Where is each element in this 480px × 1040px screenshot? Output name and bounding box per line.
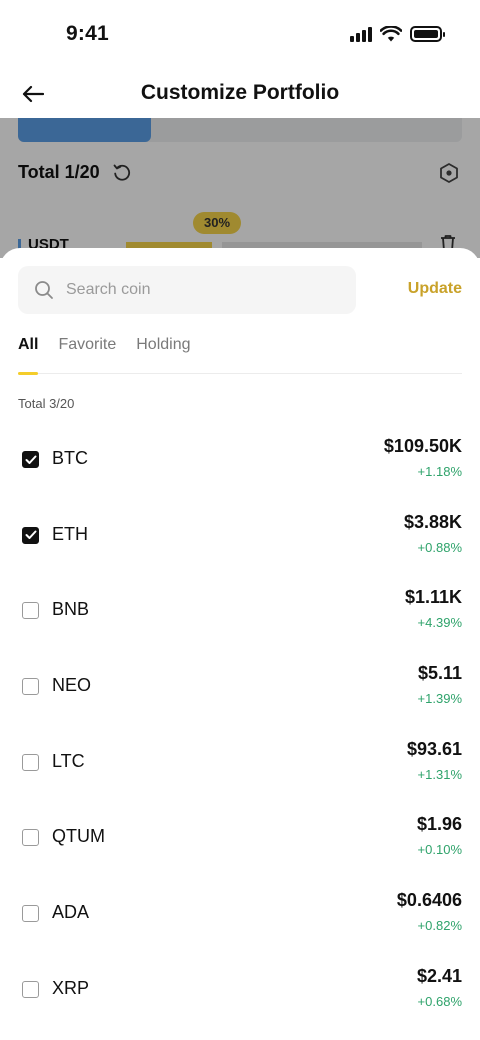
coin-checkbox[interactable] bbox=[22, 526, 39, 544]
coin-checkbox[interactable] bbox=[22, 451, 39, 468]
coin-change: +0.68% bbox=[417, 993, 462, 1009]
modal-overlay[interactable] bbox=[0, 118, 480, 258]
status-icons bbox=[350, 26, 445, 42]
coin-price: $109.50K bbox=[383, 436, 462, 456]
coin-row-eth[interactable]: ETH $3.88K +0.88% bbox=[0, 498, 480, 574]
page-title: Customize Portfolio bbox=[140, 81, 340, 104]
coin-checkbox[interactable] bbox=[22, 602, 39, 620]
status-time: 9:41 bbox=[66, 22, 109, 45]
search-box[interactable] bbox=[18, 266, 356, 314]
coin-checkbox[interactable] bbox=[22, 753, 39, 771]
coin-price: $5.11 bbox=[417, 663, 462, 684]
coin-checkbox[interactable] bbox=[22, 678, 39, 696]
coin-row-ada[interactable]: ADA $0.6406 +0.82% bbox=[0, 876, 480, 952]
checkmark-icon bbox=[25, 455, 36, 464]
selection-count: Total 3/20 bbox=[18, 396, 75, 411]
coin-row-qtum[interactable]: QTUM $1.96 +0.10% bbox=[0, 800, 480, 876]
filter-tabs: All Favorite Holding bbox=[18, 336, 462, 375]
header: Customize Portfolio bbox=[0, 70, 480, 118]
coin-change: +1.18% bbox=[417, 464, 462, 479]
coin-symbol: XRP bbox=[52, 977, 90, 998]
checkmark-icon bbox=[25, 530, 36, 540]
coin-symbol: QTUM bbox=[52, 826, 105, 847]
coin-price: $0.6406 bbox=[396, 890, 462, 911]
coin-change: +1.31% bbox=[417, 766, 462, 782]
status-bar: 9:41 bbox=[0, 0, 480, 70]
update-button[interactable]: Update bbox=[408, 280, 462, 298]
coin-list: BTC $109.50K +1.18% ETH $3.88K +0.88% BNB $1.11… bbox=[0, 422, 480, 1028]
coin-symbol: NEO bbox=[52, 675, 92, 696]
coin-change: +0.82% bbox=[417, 918, 462, 934]
coin-change: +0.88% bbox=[417, 539, 462, 555]
coin-price: $93.61 bbox=[406, 738, 462, 759]
wifi-icon bbox=[380, 26, 402, 42]
tab-favorite[interactable]: Favorite bbox=[58, 336, 116, 374]
coin-row-btc[interactable]: BTC $109.50K +1.18% bbox=[0, 422, 480, 498]
coin-checkbox[interactable] bbox=[22, 980, 39, 998]
coin-checkbox[interactable] bbox=[22, 829, 39, 847]
coin-row-ltc[interactable]: LTC $93.61 +1.31% bbox=[0, 725, 480, 801]
search-input[interactable] bbox=[66, 281, 326, 299]
coin-row-xrp[interactable]: XRP $2.41 +0.68% bbox=[0, 952, 480, 1028]
coin-symbol: LTC bbox=[52, 750, 85, 771]
tab-all[interactable]: All bbox=[18, 336, 39, 375]
coin-row-neo[interactable]: NEO $5.11 +1.39% bbox=[0, 649, 480, 725]
coin-change: +0.10% bbox=[417, 842, 462, 858]
tab-holding[interactable]: Holding bbox=[136, 336, 190, 374]
coin-selector-sheet: Update All Favorite Holding Total 3/20 B… bbox=[0, 248, 480, 1040]
coin-price: $2.41 bbox=[416, 965, 462, 986]
coin-change: +4.39% bbox=[417, 615, 462, 631]
coin-change: +1.39% bbox=[417, 691, 462, 707]
coin-price: $1.11K bbox=[404, 587, 462, 608]
coin-price: $1.96 bbox=[416, 814, 462, 835]
coin-symbol: BNB bbox=[52, 599, 90, 620]
coin-symbol: ETH bbox=[52, 523, 88, 544]
coin-checkbox[interactable] bbox=[22, 905, 39, 923]
coin-symbol: ADA bbox=[52, 902, 90, 923]
battery-icon bbox=[410, 26, 445, 42]
coin-price: $3.88K bbox=[403, 511, 462, 532]
coin-row-bnb[interactable]: BNB $1.11K +4.39% bbox=[0, 573, 480, 649]
cellular-signal-icon bbox=[350, 26, 372, 42]
coin-symbol: BTC bbox=[52, 448, 88, 468]
search-icon bbox=[35, 281, 53, 299]
